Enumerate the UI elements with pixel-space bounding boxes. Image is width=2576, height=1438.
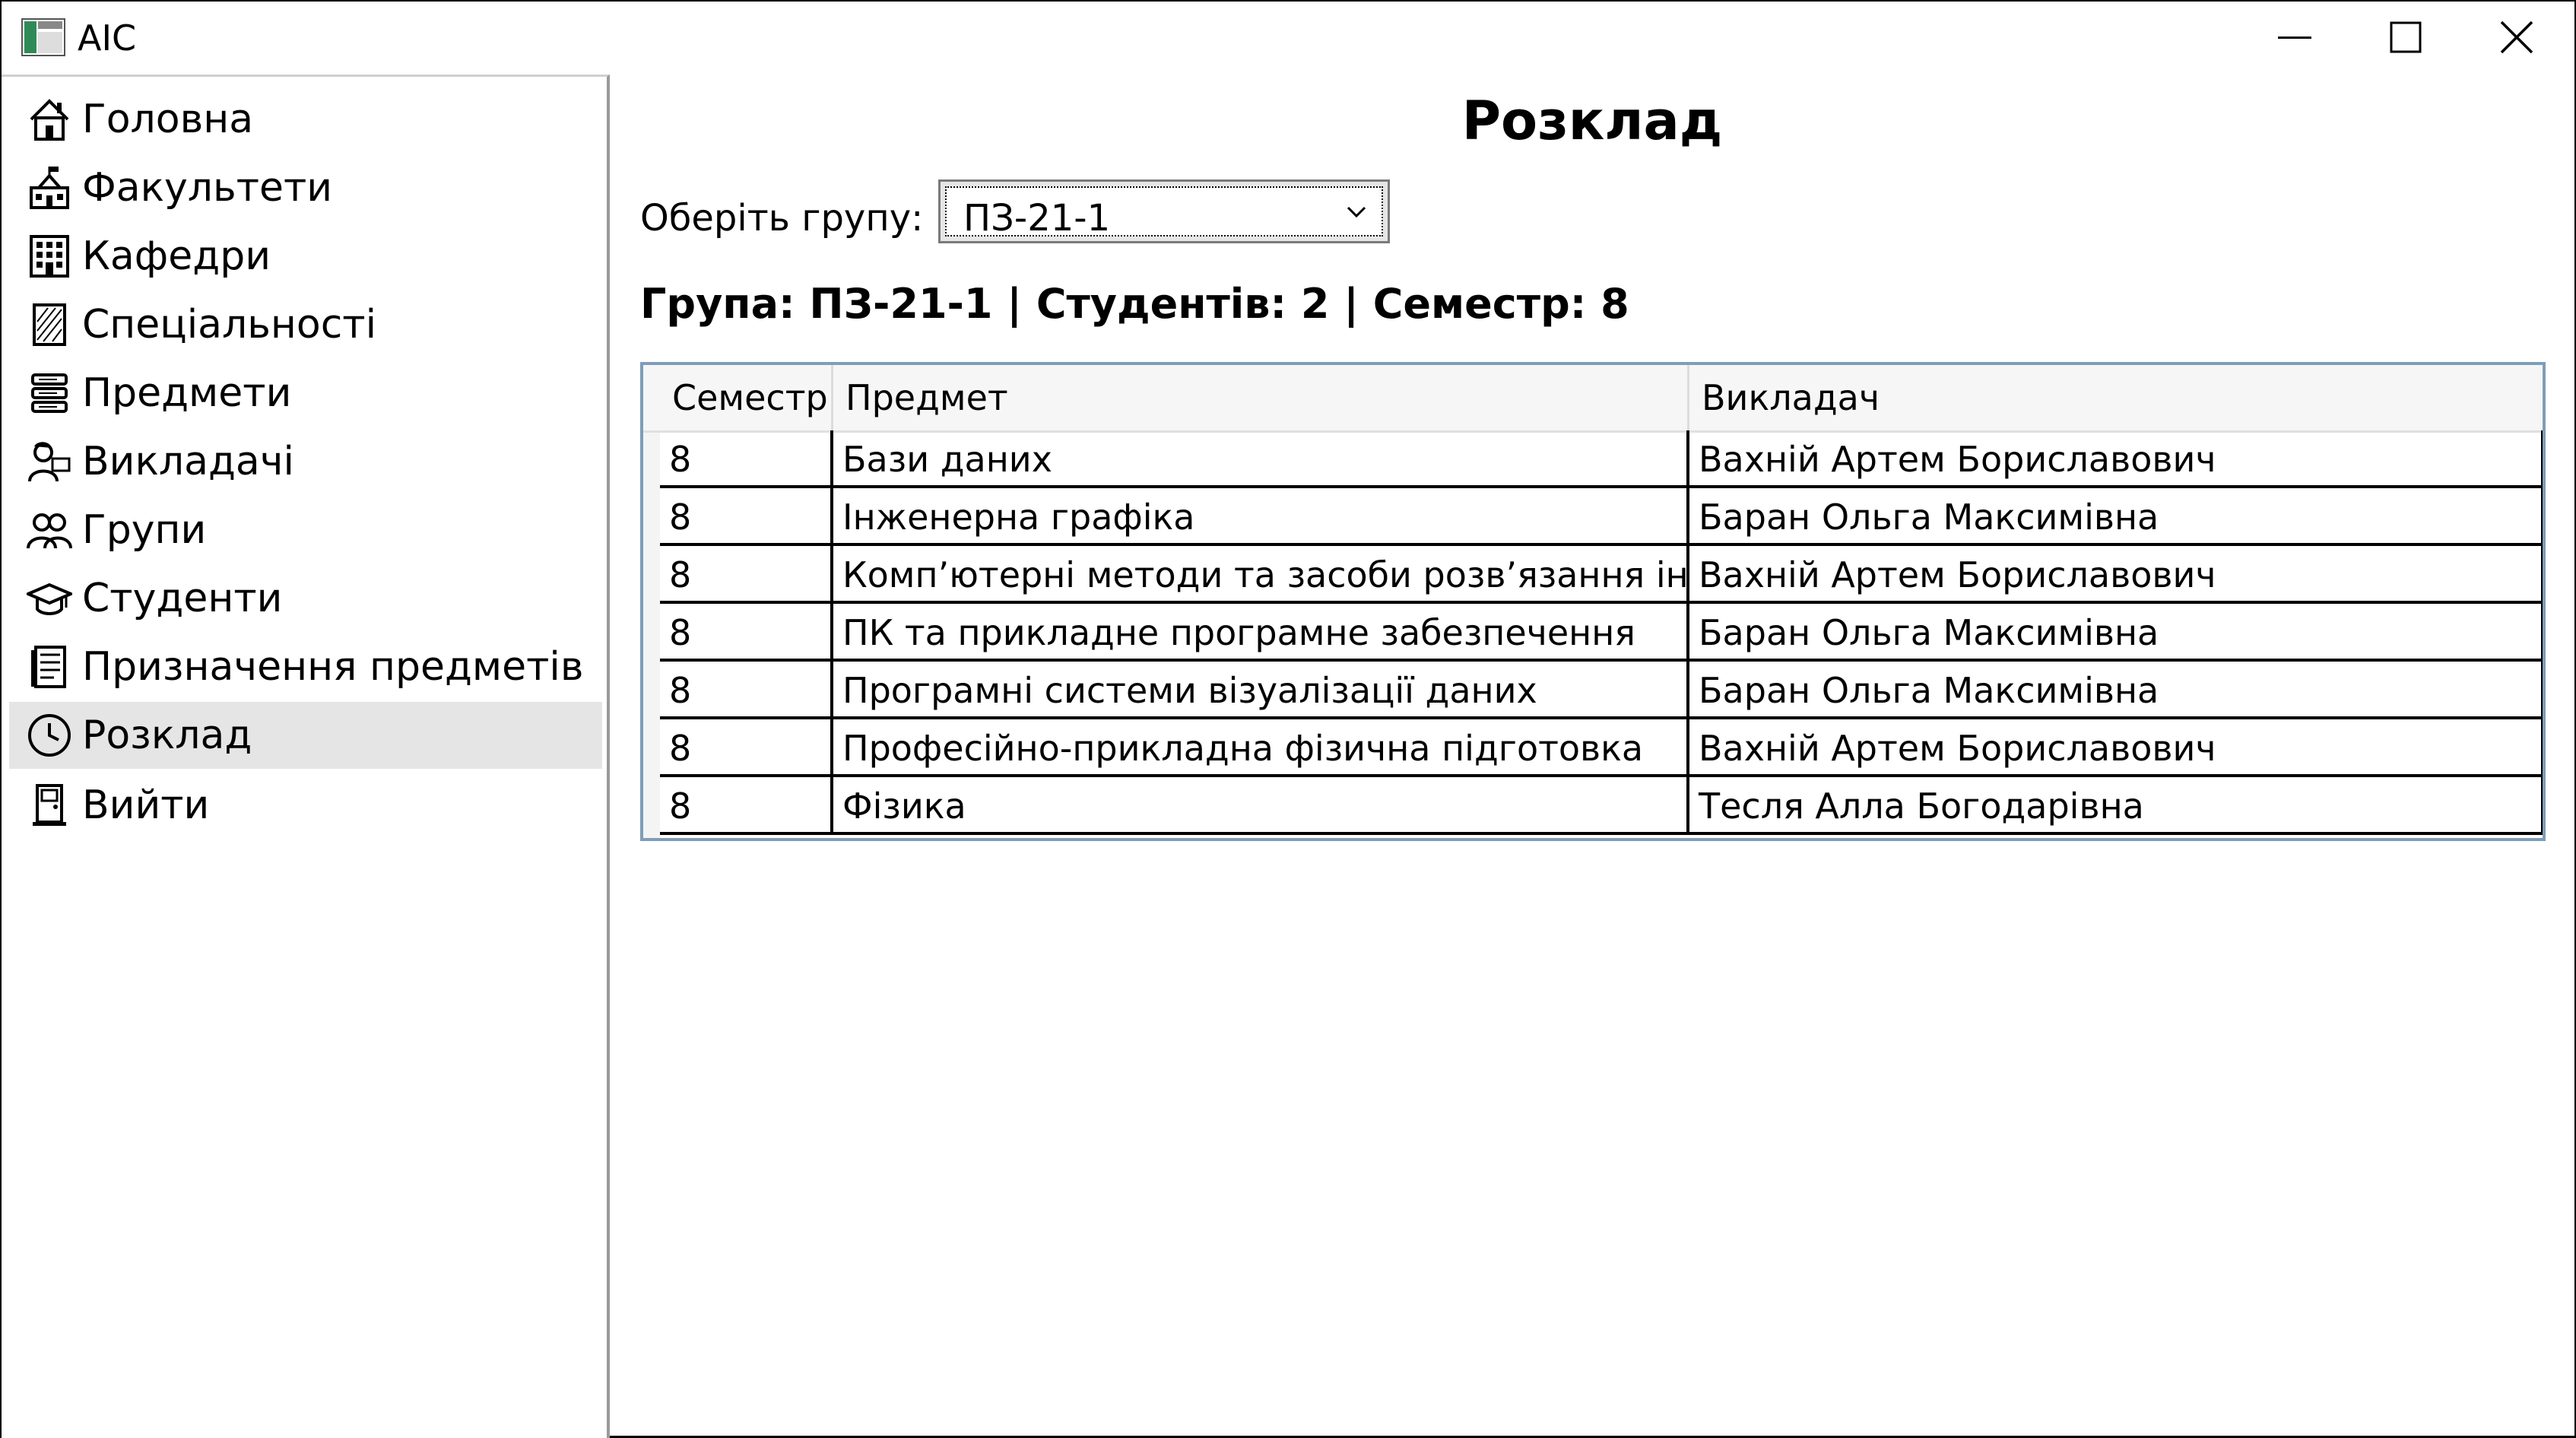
notebook-icon <box>24 300 75 350</box>
cell-teacher[interactable]: Баран Ольга Максимівна <box>1689 604 2543 662</box>
cell-subject[interactable]: Інженерна графіка <box>833 488 1689 546</box>
maximize-button[interactable] <box>2352 2 2459 73</box>
teacher-icon <box>24 436 75 487</box>
exit-door-icon <box>24 780 75 830</box>
minimize-button[interactable] <box>2241 2 2348 73</box>
cell-subject[interactable]: ПК та прикладне програмне забезпечення <box>833 604 1689 662</box>
office-building-icon <box>24 231 75 281</box>
clock-icon <box>24 710 75 760</box>
sidebar-item-students[interactable]: Студенти <box>9 565 602 632</box>
cell-semester[interactable]: 8 <box>660 604 833 662</box>
column-header-subject[interactable]: Предмет <box>833 365 1689 430</box>
sidebar-item-label: Вийти <box>82 782 210 828</box>
app-window: AIC Головна Факультети Кафедри Спеціальн… <box>0 0 2576 1438</box>
sidebar-item-label: Спеціальності <box>82 302 377 348</box>
sidebar-item-logout[interactable]: Вийти <box>9 772 602 839</box>
cell-subject[interactable]: Комп’ютерні методи та засоби розв’язання… <box>833 546 1689 604</box>
sidebar-item-specialties[interactable]: Спеціальності <box>9 291 602 358</box>
sidebar-item-departments[interactable]: Кафедри <box>9 223 602 290</box>
cell-subject[interactable]: Фізика <box>833 777 1689 835</box>
cell-teacher[interactable]: Баран Ольга Максимівна <box>1689 662 2543 719</box>
cell-semester[interactable]: 8 <box>660 430 833 488</box>
group-select-label: Оберіть групу: <box>640 197 924 240</box>
cell-semester[interactable]: 8 <box>660 662 833 719</box>
cell-subject[interactable]: Програмні системи візуалізації даних <box>833 662 1689 719</box>
cell-semester[interactable]: 8 <box>660 719 833 777</box>
sidebar-item-label: Головна <box>82 97 254 142</box>
sidebar-item-label: Розклад <box>82 713 252 758</box>
sidebar-item-label: Викладачі <box>82 439 294 484</box>
cell-teacher[interactable]: Баран Ольга Максимівна <box>1689 488 2543 546</box>
group-select-value: ПЗ-21-1 <box>963 197 1111 240</box>
cell-subject[interactable]: Бази даних <box>833 430 1689 488</box>
group-summary: Група: ПЗ-21-1 | Студентів: 2 | Семестр:… <box>640 280 1629 328</box>
title-bar: AIC <box>2 2 2574 73</box>
users-icon <box>24 505 75 555</box>
column-header-semester[interactable]: Семестр <box>660 365 833 430</box>
minimize-icon <box>2278 37 2311 39</box>
cell-teacher[interactable]: Вахній Артем Бориславович <box>1689 546 2543 604</box>
cell-semester[interactable]: 8 <box>660 488 833 546</box>
schedule-table[interactable]: Семестр Предмет Викладач 8 Бази даних Ва… <box>640 362 2546 841</box>
sidebar-item-schedule[interactable]: Розклад <box>9 702 602 769</box>
cell-subject[interactable]: Професійно-прикладна фізична підготовка <box>833 719 1689 777</box>
books-icon <box>24 368 75 418</box>
sidebar-item-label: Групи <box>82 507 207 553</box>
main-panel: Розклад Оберіть групу: ПЗ-21-1 Група: ПЗ… <box>610 75 2574 1436</box>
close-icon <box>2500 21 2533 54</box>
column-header-teacher[interactable]: Викладач <box>1689 365 2543 430</box>
sidebar-item-teachers[interactable]: Викладачі <box>9 428 602 495</box>
window-title: AIC <box>78 17 137 59</box>
page-title: Розклад <box>1461 90 1723 152</box>
cell-teacher[interactable]: Вахній Артем Бориславович <box>1689 430 2543 488</box>
home-icon <box>24 94 75 144</box>
sidebar-item-subject-assignments[interactable]: Призначення предметів <box>9 633 602 700</box>
sidebar-item-label: Предмети <box>82 370 292 416</box>
table-header: Семестр Предмет Викладач <box>643 365 2543 433</box>
chevron-down-icon <box>1347 206 1366 221</box>
close-button[interactable] <box>2463 2 2570 73</box>
cell-semester[interactable]: 8 <box>660 546 833 604</box>
app-icon <box>21 18 65 56</box>
row-header-gutter <box>643 365 660 838</box>
maximize-icon <box>2390 21 2422 53</box>
school-building-icon <box>24 163 75 213</box>
sidebar-item-faculties[interactable]: Факультети <box>9 154 602 221</box>
group-select[interactable]: ПЗ-21-1 <box>938 179 1390 243</box>
sidebar-nav: Головна Факультети Кафедри Спеціальності… <box>2 75 610 1438</box>
sidebar-item-label: Студенти <box>82 576 283 621</box>
cell-semester[interactable]: 8 <box>660 777 833 835</box>
graduation-cap-icon <box>24 573 75 624</box>
sidebar-item-groups[interactable]: Групи <box>9 497 602 563</box>
sidebar-item-label: Факультети <box>82 165 333 211</box>
sidebar-item-subjects[interactable]: Предмети <box>9 360 602 427</box>
cell-teacher[interactable]: Тесля Алла Богодарівна <box>1689 777 2543 835</box>
sidebar-item-label: Призначення предметів <box>82 644 584 690</box>
cell-teacher[interactable]: Вахній Артем Бориславович <box>1689 719 2543 777</box>
document-list-icon <box>24 642 75 692</box>
sidebar-item-label: Кафедри <box>82 233 271 279</box>
sidebar-item-home[interactable]: Головна <box>9 86 602 153</box>
